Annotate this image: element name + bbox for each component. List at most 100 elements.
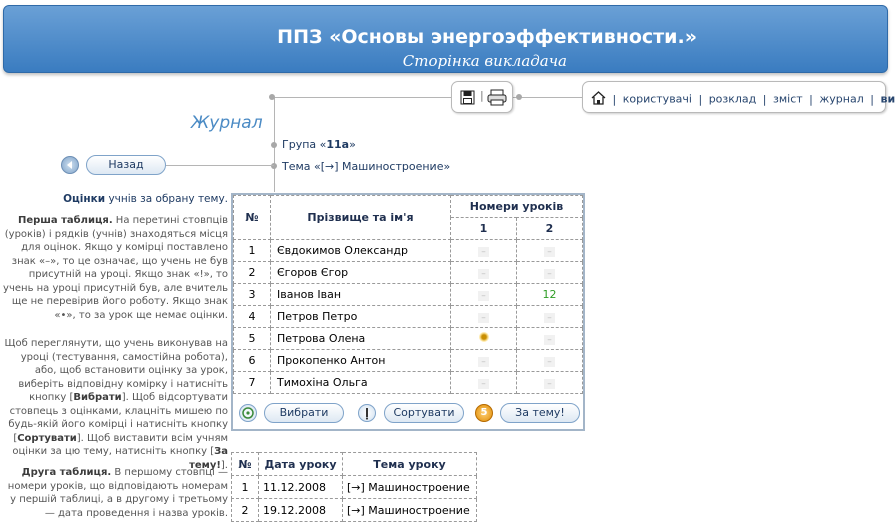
table-row: 1 Євдокимов Олександр – – — [233, 239, 583, 262]
lessons-col-date: Дата уроку — [258, 452, 343, 476]
tree-node-dot — [271, 142, 277, 148]
tree-line — [166, 165, 274, 166]
table-row: 6 Прокопенко Антон – – — [233, 349, 583, 372]
student-name: Тимохіна Ольга — [270, 371, 451, 394]
tree-node-dot — [516, 94, 522, 100]
grade-cell[interactable]: – — [450, 283, 517, 306]
absent-mark: – — [478, 313, 489, 323]
grade-cell[interactable]: 12 — [516, 283, 583, 306]
row-num: 6 — [233, 349, 271, 372]
page-subtitle: Сторінка викладача — [402, 52, 567, 70]
home-icon[interactable] — [591, 91, 606, 108]
col-header-lesson-2: 2 — [516, 217, 583, 240]
table-row: 3 Іванов Іван – 12 — [233, 283, 583, 306]
grade-cell[interactable]: – — [516, 327, 583, 350]
no-grade-dot — [478, 332, 489, 342]
row-num: 7 — [233, 371, 271, 394]
grades-panel: № Прізвище та ім'я Номери уроків 1 2 1 Є… — [231, 193, 585, 431]
grade-cell[interactable]: – — [516, 239, 583, 262]
row-num: 4 — [233, 305, 271, 328]
row-num: 1 — [233, 239, 271, 262]
table-row: 5 Петрова Олена • – — [233, 327, 583, 350]
grade-cell[interactable]: – — [516, 349, 583, 372]
tree-line — [274, 97, 452, 98]
back-arrow-icon[interactable] — [61, 156, 79, 174]
absent-mark: – — [544, 247, 555, 257]
grade-cell[interactable]: – — [450, 261, 517, 284]
row-num: 3 — [233, 283, 271, 306]
lesson-date: 11.12.2008 — [258, 475, 343, 499]
student-name: Єгоров Єгор — [270, 261, 451, 284]
nav-users[interactable]: користувачі — [623, 93, 692, 106]
table-row: 1 11.12.2008 [→] Машиностроение — [231, 475, 477, 499]
grades-table: № Прізвище та ім'я Номери уроків 1 2 1 Є… — [233, 195, 583, 394]
grade-cell[interactable]: – — [516, 305, 583, 328]
target-icon[interactable] — [239, 404, 257, 422]
top-navigation: | користувачі | розклад | зміст | журнал… — [582, 81, 895, 113]
absent-mark: – — [478, 357, 489, 367]
tree-line — [274, 177, 275, 192]
student-name: Петрова Олена — [270, 327, 451, 350]
tree-node-dot — [269, 94, 275, 100]
page-title: ППЗ «Основы энергоэффективности.» — [277, 26, 697, 48]
grade-cell[interactable]: – — [450, 239, 517, 262]
absent-mark: – — [544, 269, 555, 279]
col-header-name: Прізвище та ім'я — [270, 195, 451, 240]
absent-mark: – — [478, 247, 489, 257]
absent-mark: – — [544, 379, 555, 389]
absent-mark: – — [478, 291, 489, 301]
nav-schedule[interactable]: розклад — [709, 93, 757, 106]
help-first-table: Перша таблиця. На перетині стовпців (уро… — [3, 215, 228, 321]
table-row: 4 Петров Петро – – — [233, 305, 583, 328]
lesson-date: 19.12.2008 — [258, 498, 343, 522]
select-button[interactable]: Вибрати — [264, 403, 344, 423]
topic-label: Тема «[→] Машиностроение» — [282, 160, 451, 173]
save-icon[interactable] — [460, 90, 475, 108]
row-num: 2 — [233, 261, 271, 284]
lesson-topic[interactable]: [→] Машиностроение — [342, 475, 477, 499]
nav-contents[interactable]: зміст — [773, 93, 803, 106]
student-name: Прокопенко Антон — [270, 349, 451, 372]
lessons-table: № Дата уроку Тема уроку 1 11.12.2008 [→]… — [231, 452, 477, 522]
grade-cell[interactable]: – — [516, 261, 583, 284]
lesson-topic[interactable]: [→] Машиностроение — [342, 498, 477, 522]
student-name: Петров Петро — [270, 305, 451, 328]
info-icon[interactable] — [358, 404, 376, 422]
help-buttons: Щоб переглянути, що учень виконував на у… — [4, 338, 228, 471]
absent-mark: – — [544, 313, 555, 323]
section-title: Журнал — [191, 113, 263, 133]
page-header: ППЗ «Основы энергоэффективности.» Сторін… — [3, 5, 888, 73]
grade-cell[interactable]: • — [450, 327, 517, 350]
lesson-num: 1 — [231, 475, 259, 499]
lessons-col-topic: Тема уроку — [342, 452, 477, 476]
group-label: Група «11а» — [282, 138, 356, 151]
absent-mark: – — [478, 269, 489, 279]
col-header-lesson-1: 1 — [450, 217, 517, 240]
nav-journal[interactable]: журнал — [819, 93, 863, 106]
print-icon[interactable] — [487, 89, 507, 109]
grade-cell[interactable]: – — [450, 305, 517, 328]
table-row: 2 19.12.2008 [→] Машиностроение — [231, 498, 477, 522]
col-header-lessons: Номери уроків — [450, 195, 583, 218]
grade-cell[interactable]: – — [516, 371, 583, 394]
help-second-table: Друга таблиця. В першому стовпці — номер… — [7, 467, 228, 519]
sort-button[interactable]: Сортувати — [384, 403, 464, 423]
tree-node-dot — [271, 163, 277, 169]
grade-five-icon[interactable]: 5 — [475, 404, 493, 422]
nav-exit[interactable]: вихід — [880, 93, 895, 106]
absent-mark: – — [478, 379, 489, 389]
student-name: Іванов Іван — [270, 283, 451, 306]
lessons-col-num: № — [231, 452, 259, 476]
toolbar: | — [451, 81, 513, 113]
table-row: 7 Тимохіна Ольга – – — [233, 371, 583, 394]
student-name: Євдокимов Олександр — [270, 239, 451, 262]
back-button[interactable]: Назад — [86, 155, 166, 175]
table-row: 2 Єгоров Єгор – – — [233, 261, 583, 284]
col-header-num: № — [233, 195, 271, 240]
for-topic-button[interactable]: За тему! — [500, 403, 580, 423]
grade-cell[interactable]: – — [450, 349, 517, 372]
grade-cell[interactable]: – — [450, 371, 517, 394]
absent-mark: – — [544, 335, 555, 345]
help-lead: Оцінки учнів за обрану тему. — [63, 193, 228, 205]
tree-line — [513, 97, 583, 98]
